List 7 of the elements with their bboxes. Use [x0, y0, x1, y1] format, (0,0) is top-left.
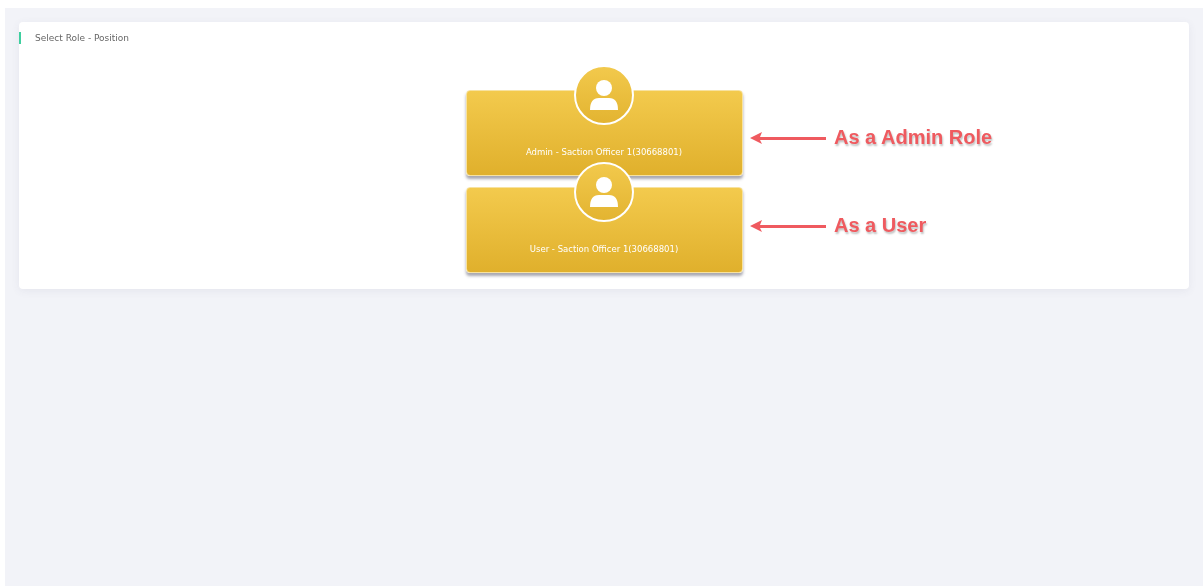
annotation-label: As a Admin Role — [834, 126, 993, 149]
arrow-icon — [750, 131, 826, 144]
role-card[interactable]: User - Saction Officer 1(30668801) — [465, 187, 743, 273]
panel-title: Select Role - Position — [19, 32, 130, 44]
arrow-icon — [750, 219, 826, 232]
annotation-label: As a User — [834, 214, 927, 237]
role-card[interactable]: Admin - Saction Officer 1(30668801) — [465, 90, 743, 176]
